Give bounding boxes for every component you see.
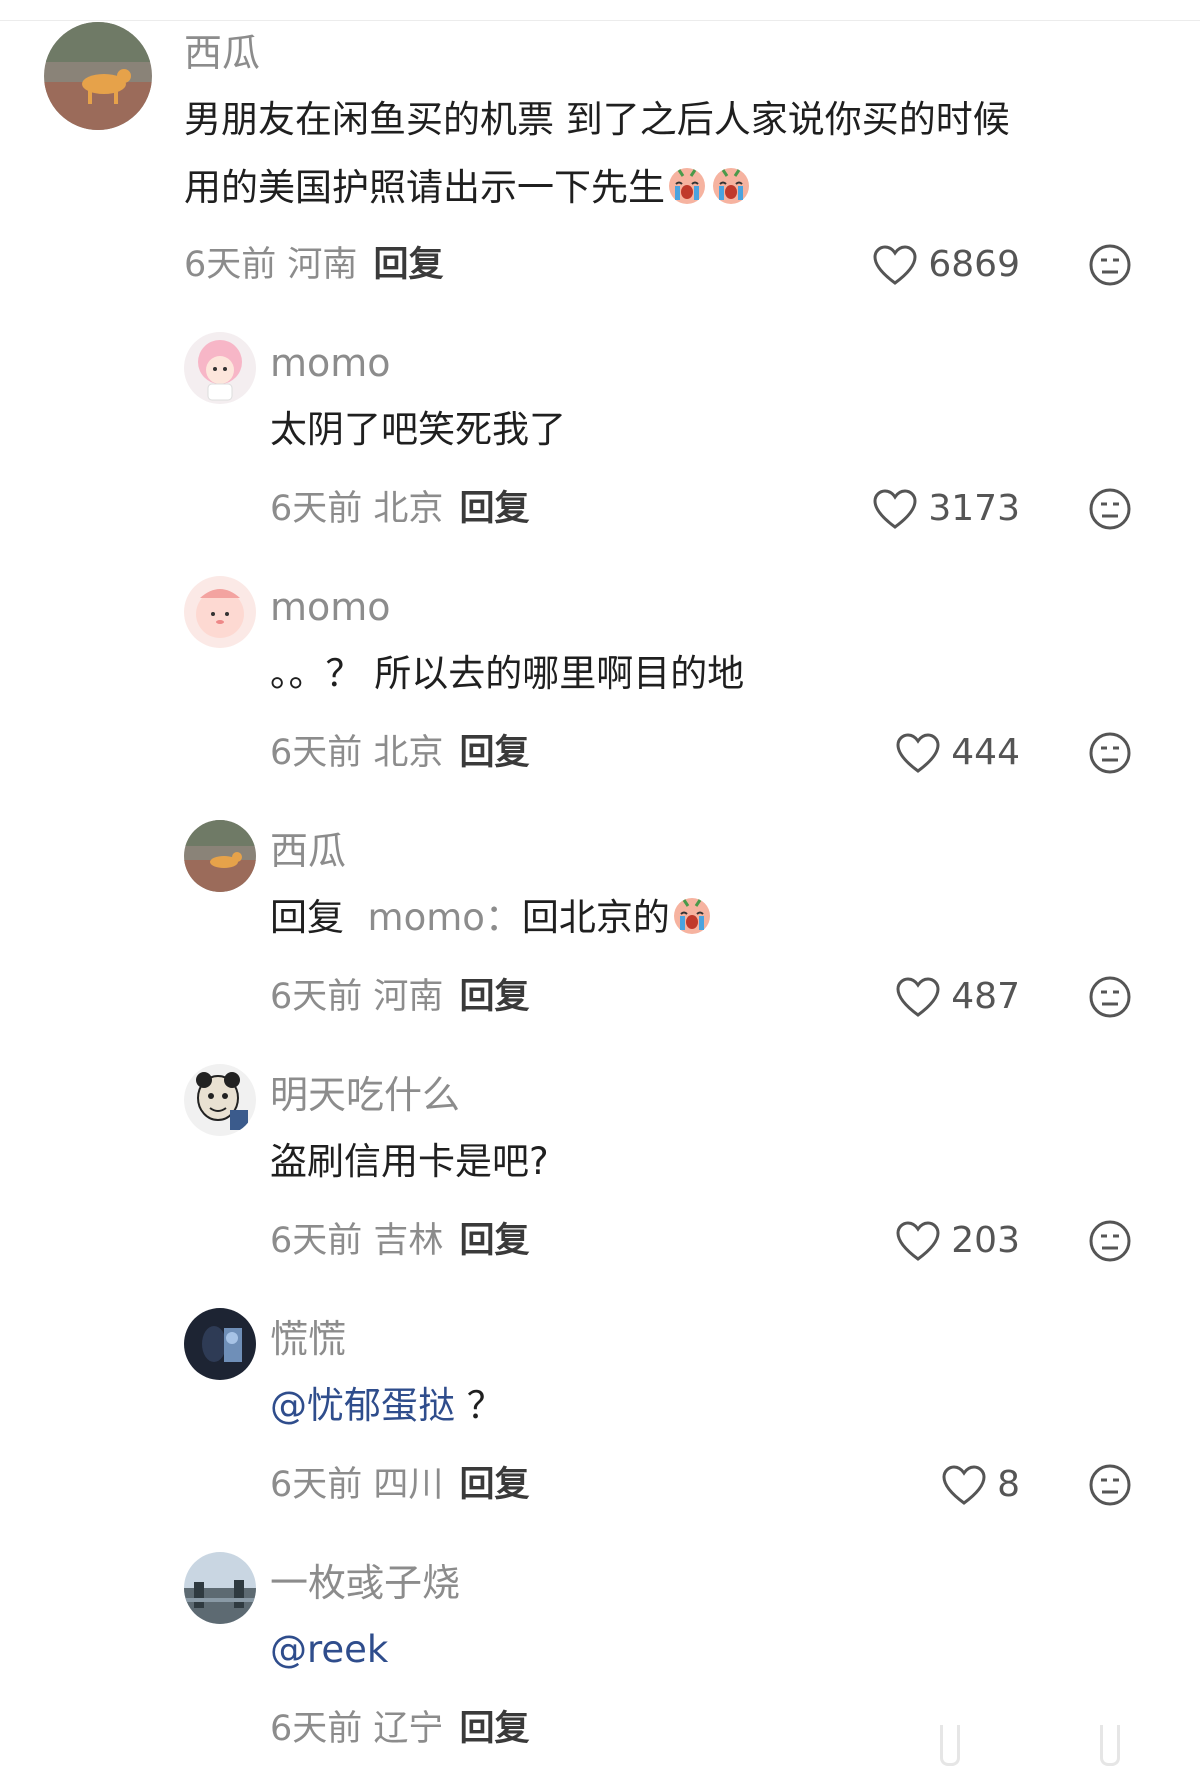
comment-meta: 6天前 四川 回复 [270, 1465, 530, 1505]
like-button[interactable]: 203 [895, 1220, 1020, 1262]
comment-author[interactable]: momo [270, 344, 391, 382]
like-count: 444 [951, 732, 1020, 773]
heart-outline-icon [896, 977, 940, 1017]
avatar[interactable] [184, 1064, 256, 1136]
avatar[interactable] [184, 332, 256, 404]
reply-button[interactable]: 回复 [459, 1465, 529, 1505]
comment-author[interactable]: 西瓜 [184, 34, 260, 72]
meh-face-icon[interactable] [1088, 1463, 1132, 1507]
meh-face-icon[interactable] [1088, 1219, 1132, 1263]
like-button[interactable]: 3173 [872, 488, 1020, 530]
like-button[interactable]: 444 [895, 732, 1020, 774]
avatar[interactable] [184, 1308, 256, 1380]
comment-author[interactable]: 一枚彧子烧 [270, 1564, 460, 1602]
comment-meta: 6天前 北京 回复 [270, 489, 530, 529]
crying-emoji [673, 898, 710, 934]
heart-outline-icon [873, 245, 917, 285]
reply-button[interactable]: 回复 [459, 977, 529, 1017]
like-button[interactable]: 487 [895, 976, 1020, 1018]
heart-outline-icon [896, 733, 940, 773]
comment-text: 回复 momo：回北京的 [270, 884, 1200, 952]
meh-face-icon[interactable] [1088, 975, 1132, 1019]
like-count: 203 [951, 1220, 1020, 1261]
mention-link[interactable]: @reek [270, 1628, 388, 1671]
comment-meta: 6天前 河南 回复 [270, 977, 530, 1017]
reply-target[interactable]: momo： [368, 896, 522, 939]
like-count: 3173 [928, 488, 1020, 529]
comment-meta: 6天前 吉林 回复 [270, 1221, 530, 1261]
comment-text: 男朋友在闲鱼买的机票 到了之后人家说你买的时候 用的美国护照请出示一下先生 [184, 98, 1010, 209]
like-button[interactable]: 8 [941, 1464, 1020, 1506]
reply-button[interactable]: 回复 [459, 1221, 529, 1261]
like-count: 8 [997, 1464, 1020, 1505]
comment-author[interactable]: momo [270, 588, 391, 626]
comment-author[interactable]: 明天吃什么 [270, 1076, 460, 1114]
comment-text: 盗刷信用卡是吧? [270, 1140, 549, 1183]
reply-button[interactable]: 回复 [459, 733, 529, 773]
reply-prefix: 回复 [270, 896, 344, 939]
meh-face-icon[interactable] [1088, 243, 1132, 287]
comment-text: @reek [270, 1616, 1200, 1684]
comment-meta: 6天前 河南 回复 [184, 245, 444, 285]
comment-text: 。。？ 所以去的哪里啊目的地 [270, 652, 745, 695]
like-button[interactable]: 6869 [872, 244, 1020, 286]
reply-button[interactable]: 回复 [373, 245, 443, 285]
avatar[interactable] [44, 22, 152, 130]
crying-emoji [669, 168, 705, 204]
reply-button[interactable]: 回复 [459, 1709, 529, 1749]
meh-face-icon[interactable] [1088, 731, 1132, 775]
like-count: 6869 [928, 244, 1020, 285]
reply-button[interactable]: 回复 [459, 489, 529, 529]
top-divider [0, 0, 1200, 21]
scroll-indicator [1100, 1725, 1120, 1766]
avatar[interactable] [184, 1552, 256, 1624]
mention-link[interactable]: @忧郁蛋挞 [270, 1384, 455, 1427]
like-count: 487 [951, 976, 1020, 1017]
crying-emoji [713, 168, 749, 204]
comment-author[interactable]: 西瓜 [270, 832, 346, 870]
heart-outline-icon [942, 1465, 986, 1505]
comment-author[interactable]: 慌慌 [270, 1320, 346, 1358]
avatar[interactable] [184, 576, 256, 648]
avatar[interactable] [184, 820, 256, 892]
heart-outline-icon [873, 489, 917, 529]
comment-text: 太阴了吧笑死我了 [270, 408, 566, 451]
scroll-indicator [940, 1725, 960, 1766]
comment-meta: 6天前 北京 回复 [270, 733, 530, 773]
comment-meta: 6天前 辽宁 回复 [270, 1709, 530, 1749]
comment-text: @忧郁蛋挞 ？ [270, 1384, 504, 1427]
heart-outline-icon [896, 1221, 940, 1261]
meh-face-icon[interactable] [1088, 487, 1132, 531]
